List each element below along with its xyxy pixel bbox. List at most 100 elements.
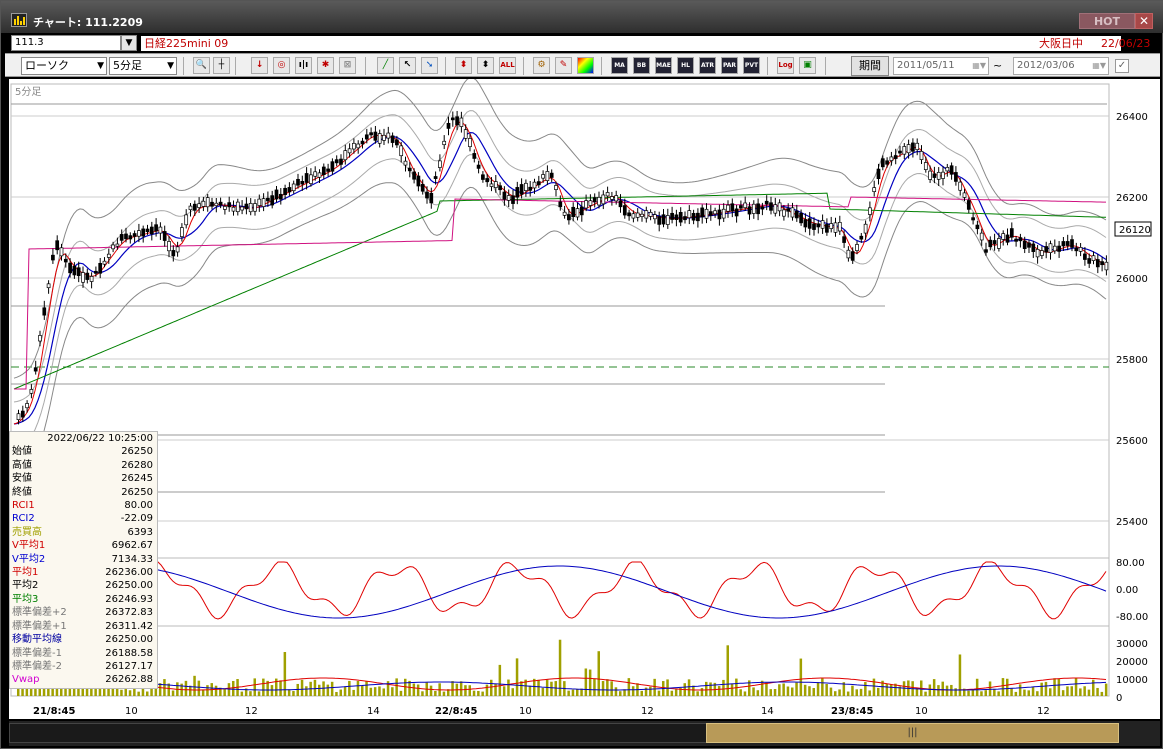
candle-body — [1095, 259, 1100, 268]
candle-body — [450, 117, 455, 121]
time-scrollbar[interactable]: ||| — [9, 721, 1160, 746]
info-value: 26245 — [121, 473, 153, 485]
wrench-icon[interactable]: ✎ — [555, 57, 572, 74]
bar-mark-icon[interactable]: ı|ı — [295, 57, 312, 74]
candle-body — [622, 205, 627, 216]
volume-bar — [872, 678, 876, 696]
zoom-icon[interactable]: 🔍 — [193, 57, 210, 74]
candle-body — [72, 265, 77, 276]
volume-bar — [864, 682, 867, 696]
bb-button[interactable]: BB — [633, 57, 650, 74]
volume-bar — [257, 691, 261, 696]
hl-button[interactable]: HL — [677, 57, 694, 74]
candle-red-icon[interactable]: ⬍ — [455, 57, 472, 74]
volume-bar — [1010, 688, 1013, 696]
volume-bar — [1049, 688, 1052, 696]
volume-bar — [937, 685, 940, 696]
candle-body — [115, 243, 120, 247]
candle-body — [1044, 246, 1049, 253]
info-label: 標準偏差-2 — [12, 660, 62, 672]
title-bar[interactable]: チャート: 111.2209 HOT ✕ — [1, 1, 1163, 33]
chart-area[interactable]: 5分足 26400 26200 26000 25800 25600 25400 26120 80… — [9, 79, 1160, 719]
log-button[interactable]: Log — [777, 57, 794, 74]
ma-button[interactable]: MA — [611, 57, 628, 74]
candle-body — [640, 213, 644, 217]
period-button[interactable]: 期間 — [851, 56, 889, 76]
chart-canvas[interactable]: 5分足 26400 26200 26000 25800 25600 25400 26120 80… — [9, 79, 1160, 719]
volume-bar — [1079, 688, 1082, 696]
info-row: 終値 26250 — [12, 486, 155, 499]
candle-body — [1027, 242, 1031, 248]
candle-icon[interactable]: ⬍ — [477, 57, 494, 74]
pvt-button[interactable]: PVT — [743, 57, 760, 74]
volume-bar — [146, 691, 149, 696]
volume-bar — [502, 686, 506, 696]
candle-body — [597, 196, 601, 206]
volume-bar — [739, 689, 742, 696]
candle-body — [868, 207, 872, 215]
candle-body — [833, 222, 838, 233]
date-to-field[interactable]: 2012/03/06 ▦▼ — [1013, 57, 1109, 75]
candle-body — [20, 410, 25, 418]
volume-bar — [171, 690, 175, 696]
close-button[interactable]: ✕ — [1135, 13, 1153, 29]
candle-body — [442, 140, 447, 146]
crosshair-mark-icon[interactable]: ✱ — [317, 57, 334, 74]
hot-button[interactable]: HOT — [1079, 13, 1135, 29]
arrow-icon[interactable]: ➘ — [421, 57, 438, 74]
volume-bar — [631, 686, 635, 696]
info-row: RCI1 80.00 — [12, 499, 155, 512]
volume-bar — [55, 687, 59, 696]
scrollbar-thumb[interactable]: ||| — [706, 723, 1119, 743]
volume-bar — [988, 681, 992, 696]
info-value: 26311.42 — [105, 620, 153, 632]
volume-bar — [77, 688, 80, 696]
candle-body — [1070, 239, 1074, 248]
volume-bar — [877, 687, 880, 696]
mae-button[interactable]: MAE — [655, 57, 672, 74]
zoom-mark-icon[interactable]: ◎ — [273, 57, 290, 74]
volume-bar — [1104, 683, 1108, 696]
par-button[interactable]: PAR — [721, 57, 738, 74]
info-row: 標準偏差-1 26188.58 — [12, 647, 155, 660]
candle-body — [739, 205, 743, 209]
volume-bar — [1066, 686, 1069, 696]
all-button[interactable]: ALL — [499, 57, 516, 74]
candle-body — [287, 187, 292, 193]
chart-type-select[interactable]: ローソク ▼ — [21, 57, 107, 75]
candle-body — [846, 249, 851, 259]
volume-bar — [1001, 678, 1005, 696]
symbol-code-input[interactable]: 111.3 — [11, 35, 121, 51]
settings-icon[interactable]: ⚙ — [533, 57, 550, 74]
candle-body — [945, 167, 950, 172]
volume-bar — [184, 680, 188, 696]
disabled-icon[interactable]: ⊠ — [339, 57, 356, 74]
candle-body — [309, 174, 313, 184]
export-icon[interactable]: ▣ — [799, 57, 816, 74]
volume-bar — [520, 681, 523, 696]
info-value: 26280 — [121, 459, 153, 471]
info-row: V平均1 6962.67 — [12, 539, 155, 552]
candle-body — [545, 171, 550, 181]
atr-button[interactable]: ATR — [699, 57, 716, 74]
candle-body — [657, 216, 662, 225]
crosshair-icon[interactable]: ┼ — [213, 57, 230, 74]
candle-body — [1100, 261, 1104, 266]
pointer-icon[interactable]: ↖ — [399, 57, 416, 74]
info-row: 高値 26280 — [12, 459, 155, 472]
symbol-dropdown-button[interactable]: ▼ — [121, 35, 137, 51]
candle-body — [300, 180, 305, 185]
volume-bar — [533, 678, 536, 696]
draw-line-icon[interactable]: ╱ — [377, 57, 394, 74]
candle-body — [369, 132, 373, 136]
period-checkbox[interactable]: ✓ — [1115, 59, 1129, 73]
date-from-field[interactable]: 2011/05/11 ▦▼ — [893, 57, 989, 75]
interval-select[interactable]: 5分足 ▼ — [109, 57, 177, 75]
candle-body — [16, 413, 21, 421]
volume-bar — [597, 651, 600, 696]
candle-body — [352, 142, 356, 150]
candle-body — [562, 211, 567, 216]
candle-body — [489, 183, 494, 187]
palette-icon[interactable] — [577, 57, 594, 74]
mark-down-icon[interactable]: ↓ — [251, 57, 268, 74]
